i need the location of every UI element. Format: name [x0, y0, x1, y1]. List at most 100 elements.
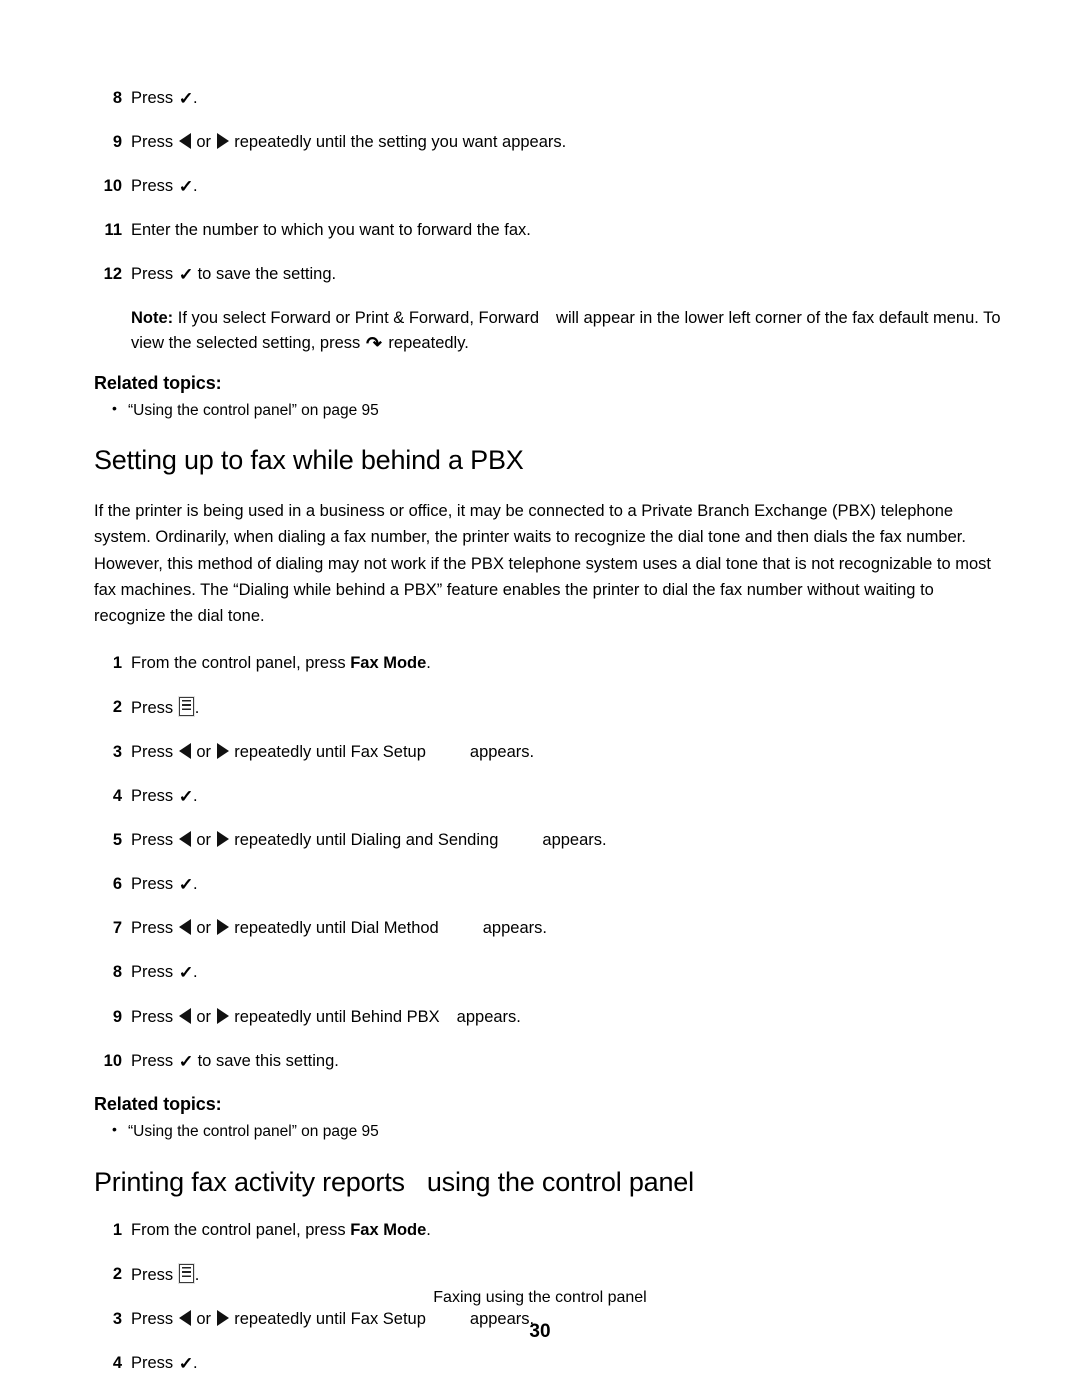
- step-prefix: Press: [131, 698, 178, 717]
- related-topics-heading: Related topics:: [94, 372, 222, 393]
- step-text: Press ✓.: [131, 786, 994, 807]
- step-prefix: Press: [131, 875, 178, 894]
- step-text: Press or repeatedly until Behind PBX appe…: [131, 1007, 994, 1028]
- step-text: Press .: [131, 1263, 994, 1286]
- list-item: 10 Press ✓.: [94, 176, 994, 197]
- step-suffix: appears.: [456, 1007, 521, 1026]
- step-number: 7: [112, 919, 122, 938]
- document-page: 8 Press ✓. 9 Press or repeatedly until t…: [0, 0, 1080, 1397]
- step-prefix: Press: [131, 831, 178, 850]
- step-number: 1: [112, 653, 122, 672]
- step-number: 9: [112, 133, 122, 152]
- step-number: 4: [112, 1353, 122, 1372]
- step-number: 5: [112, 831, 122, 850]
- related-topic-link[interactable]: “Using the control panel” on page 95: [94, 399, 994, 422]
- related-topics-list: “Using the control panel” on page 95: [94, 1120, 994, 1143]
- page-title-pbx: Setting up to fax while behind a PBX: [94, 445, 524, 476]
- list-item: 10 Press ✓ to save this setting.: [94, 1051, 994, 1072]
- left-arrow-icon: [178, 742, 191, 759]
- note-text-3: repeatedly.: [388, 334, 469, 353]
- list-item: 1 From the control panel, press Fax Mode…: [94, 653, 994, 674]
- right-arrow-icon: [216, 1007, 229, 1024]
- right-arrow-icon: [216, 919, 229, 936]
- note-text-1: If you select Forward or Print & Forward…: [173, 308, 540, 327]
- check-icon: ✓: [178, 787, 194, 807]
- or-label: or: [191, 831, 216, 850]
- step-prefix: Press: [131, 1051, 178, 1070]
- step-suffix: .: [193, 89, 198, 107]
- step-text: Press ✓.: [131, 962, 994, 983]
- step-text: Press ✓.: [131, 88, 994, 109]
- step-number: 6: [112, 875, 122, 894]
- step-mid: repeatedly until Dialing and Sending: [229, 831, 499, 850]
- related-topic-link[interactable]: “Using the control panel” on page 95: [94, 1120, 994, 1143]
- list-item: 2 Press .: [94, 1263, 994, 1286]
- list-item: 6 Press ✓.: [94, 874, 994, 895]
- step-text: Press ✓ to save the setting.: [131, 264, 994, 285]
- list-item: 4 Press ✓.: [94, 786, 994, 807]
- step-number: 8: [112, 89, 122, 107]
- step-suffix: appears.: [482, 919, 547, 938]
- step-text: Press .: [131, 696, 994, 719]
- check-icon: ✓: [178, 265, 194, 285]
- check-icon: ✓: [178, 1353, 194, 1373]
- left-arrow-icon: [178, 831, 191, 848]
- list-item: 1 From the control panel, press Fax Mode…: [94, 1220, 994, 1241]
- step-suffix: to save the setting.: [193, 265, 337, 284]
- list-item: 12 Press ✓ to save the setting.: [94, 264, 994, 285]
- right-arrow-icon: [216, 133, 229, 150]
- step-number: 8: [112, 963, 122, 982]
- step-prefix: Press: [131, 1007, 178, 1026]
- list-item: 5 Press or repeatedly until Dialing and …: [94, 830, 994, 851]
- step-prefix: Press: [131, 265, 178, 284]
- list-item: 9 Press or repeatedly until Behind PBX ap…: [94, 1007, 994, 1028]
- step-prefix: Press: [131, 963, 178, 982]
- step-number: 11: [104, 221, 122, 240]
- footer-title: Faxing using the control panel: [433, 1289, 647, 1306]
- step-prefix: Press: [131, 89, 178, 107]
- step-suffix: .: [426, 1220, 431, 1239]
- or-label: or: [191, 133, 216, 152]
- step-number: 9: [112, 1007, 122, 1026]
- step-text: From the control panel, press Fax Mode.: [131, 653, 994, 674]
- step-mid: repeatedly until Dial Method: [229, 919, 439, 938]
- right-arrow-icon: [216, 742, 229, 759]
- step-suffix: .: [193, 177, 198, 196]
- step-text: Enter the number to which you want to fo…: [131, 221, 531, 240]
- step-text: Press ✓.: [131, 1353, 994, 1374]
- left-arrow-icon: [178, 1007, 191, 1024]
- menu-icon: [178, 1263, 194, 1283]
- step-prefix: Press: [131, 787, 178, 806]
- step-number: 10: [103, 1051, 122, 1070]
- forward-steps-list: 8 Press ✓. 9 Press or repeatedly until t…: [94, 88, 994, 286]
- step-suffix: repeatedly until the setting you want ap…: [229, 133, 567, 152]
- left-arrow-icon: [178, 919, 191, 936]
- page-title-reports: Printing fax activity reports using the c…: [94, 1167, 994, 1198]
- step-prefix: Press: [131, 742, 178, 761]
- list-item: 11 Enter the number to which you want to…: [94, 220, 994, 241]
- or-label: or: [191, 919, 216, 938]
- list-item: 7 Press or repeatedly until Dial Method a…: [94, 918, 994, 939]
- check-icon: ✓: [178, 177, 194, 197]
- fax-mode-button-label: Fax Mode: [350, 653, 427, 672]
- step-suffix: .: [194, 1265, 200, 1284]
- step-suffix: to save this setting.: [193, 1051, 339, 1070]
- check-icon: ✓: [178, 89, 194, 108]
- step-mid: repeatedly until Behind PBX: [229, 1007, 440, 1026]
- note-label: Note:: [131, 308, 174, 327]
- or-label: or: [191, 1007, 216, 1026]
- step-suffix: .: [426, 653, 431, 672]
- step-text: Press ✓.: [131, 176, 994, 197]
- step-number: 1: [112, 1220, 122, 1239]
- list-item: 8 Press ✓.: [94, 962, 994, 983]
- step-prefix: From the control panel, press: [131, 1220, 351, 1239]
- pbx-paragraph: If the printer is being used in a busine…: [94, 502, 991, 625]
- related-topics-heading: Related topics:: [94, 1093, 222, 1114]
- pbx-steps-list: 1 From the control panel, press Fax Mode…: [94, 653, 994, 1072]
- related-topics-list: “Using the control panel” on page 95: [94, 399, 994, 422]
- page-content: 8 Press ✓. 9 Press or repeatedly until t…: [94, 88, 1001, 1397]
- step-text: Press ✓.: [131, 874, 994, 895]
- step-number: 12: [103, 265, 122, 284]
- step-suffix: .: [194, 698, 200, 717]
- list-item: 3 Press or repeatedly until Fax Setup app…: [94, 742, 994, 763]
